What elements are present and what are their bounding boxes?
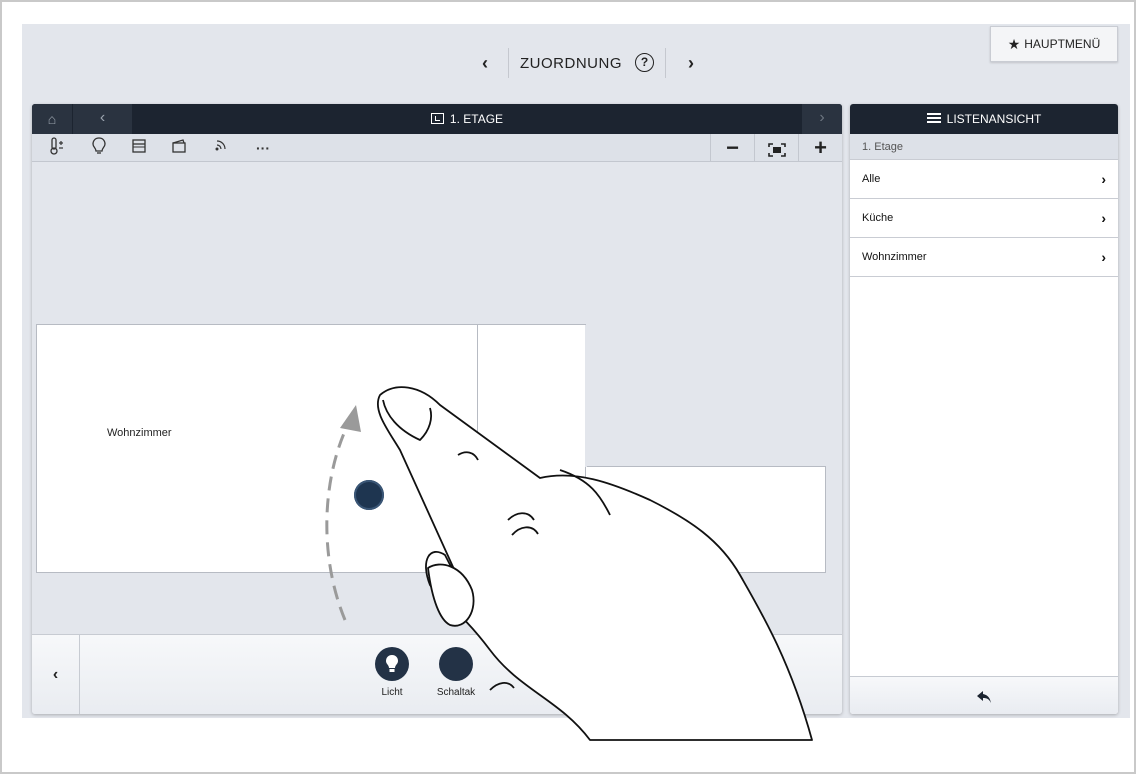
device-item-schaltaktor[interactable]: Schaltak (426, 647, 486, 698)
device-item-licht[interactable]: Licht (362, 647, 422, 698)
floor-title: 1. ETAGE (132, 104, 802, 134)
chevron-right-icon: › (1101, 210, 1106, 226)
scene-icon[interactable] (166, 137, 192, 159)
main-menu-label: HAUPTMENÜ (1024, 37, 1101, 51)
list-view-panel: LISTENANSICHT 1. Etage Alle › Küche › Wo… (850, 104, 1118, 714)
page-title: ZUORDNUNG (520, 55, 622, 72)
fit-view-button[interactable] (754, 134, 798, 162)
app-window: ‹ ZUORDNUNG ? › ★ HAUPTMENÜ ⌂ ‹ 1. ETAGE… (22, 24, 1130, 718)
chevron-right-icon: › (1101, 171, 1106, 187)
list-back-button[interactable] (850, 676, 1118, 714)
back-arrow-icon (977, 691, 991, 703)
room-kueche[interactable] (478, 324, 586, 573)
room-extension[interactable] (586, 466, 826, 573)
bulb-icon (375, 647, 409, 681)
list-item-wohnzimmer[interactable]: Wohnzimmer › (850, 238, 1118, 277)
device-bar: ‹ Licht Schaltak (32, 634, 842, 714)
room-notch (585, 325, 587, 467)
screenshot-frame: ‹ ZUORDNUNG ? › ★ HAUPTMENÜ ⌂ ‹ 1. ETAGE… (0, 0, 1136, 774)
placed-device-marker[interactable] (354, 480, 384, 510)
breadcrumb: 1. Etage (850, 134, 1118, 160)
floorplan-header: ⌂ ‹ 1. ETAGE › (32, 104, 842, 134)
floor-back-button[interactable]: ‹ (72, 104, 132, 134)
main-menu-button[interactable]: ★ HAUPTMENÜ (990, 26, 1118, 62)
list-item-label: Wohnzimmer (862, 251, 927, 263)
room-wohnzimmer[interactable] (36, 324, 478, 573)
floorplan-canvas[interactable]: Wohnzimmer (32, 162, 842, 634)
floorplan-icon (430, 113, 444, 124)
zoom-out-button[interactable]: − (710, 134, 754, 162)
list-view-header: LISTENANSICHT (850, 104, 1118, 134)
floorplan-toolbar: ··· − + (32, 134, 842, 162)
top-navigation: ‹ ZUORDNUNG ? › ★ HAUPTMENÜ (22, 24, 1130, 102)
blind-icon[interactable] (126, 137, 152, 159)
device-bar-prev-button[interactable]: ‹ (32, 635, 80, 714)
list-item-label: Küche (862, 212, 894, 224)
nav-divider (508, 48, 509, 78)
device-label: Schaltak (436, 687, 476, 698)
nav-divider (665, 48, 666, 78)
bulb-icon[interactable] (86, 137, 112, 159)
floorplan-panel: ⌂ ‹ 1. ETAGE › ··· − + Wohnzimmer ‹ Lich… (32, 104, 842, 714)
list-item-alle[interactable]: Alle › (850, 160, 1118, 199)
chevron-right-icon: › (1101, 249, 1106, 265)
help-icon[interactable]: ? (635, 53, 654, 72)
floor-forward-button[interactable]: › (802, 104, 842, 134)
device-label: Licht (381, 687, 403, 698)
more-icon[interactable]: ··· (250, 137, 276, 159)
nav-next-button[interactable]: › (676, 50, 706, 76)
floor-title-label: 1. ETAGE (449, 112, 504, 126)
home-icon[interactable]: ⌂ (32, 104, 72, 134)
room-label: Wohnzimmer (107, 427, 172, 439)
list-view-title: LISTENANSICHT (946, 112, 1042, 126)
star-icon: ★ (1007, 35, 1021, 52)
sensor-icon[interactable] (208, 137, 234, 159)
nav-prev-button[interactable]: ‹ (470, 50, 500, 76)
list-item-label: Alle (862, 173, 881, 185)
list-item-kueche[interactable]: Küche › (850, 199, 1118, 238)
thermometer-icon[interactable] (44, 137, 70, 159)
switch-icon (439, 647, 473, 681)
list-icon (926, 113, 941, 123)
zoom-in-button[interactable]: + (798, 134, 842, 162)
